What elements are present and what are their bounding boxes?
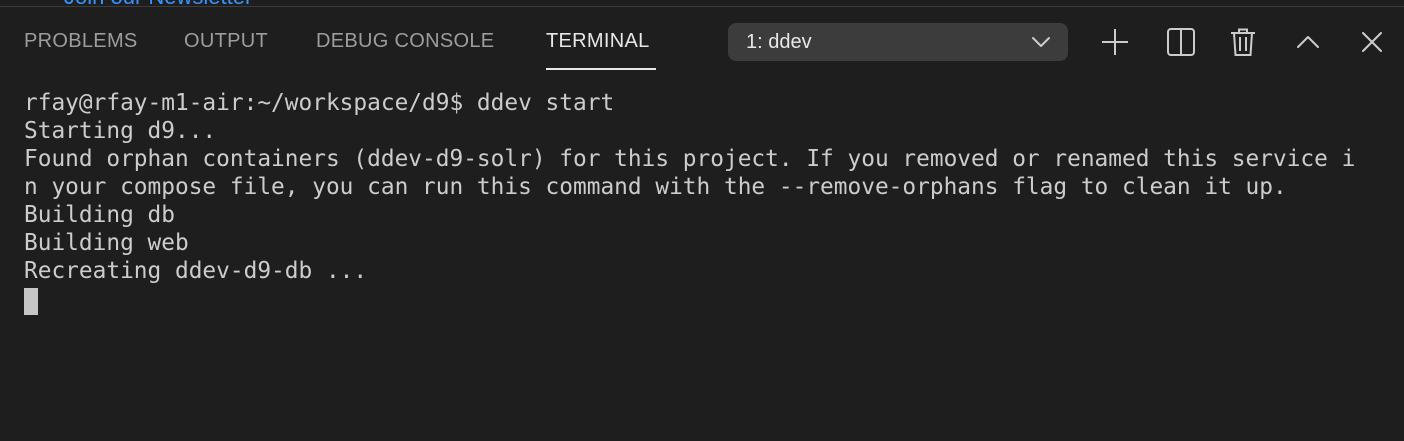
kill-terminal-button[interactable] [1227, 26, 1259, 58]
terminal-select-value: 1: ddev [746, 31, 812, 53]
trash-icon [1227, 26, 1259, 58]
terminal-cursor [24, 288, 38, 315]
tab-output[interactable]: OUTPUT [184, 30, 268, 53]
bottom-panel: PROBLEMS OUTPUT DEBUG CONSOLE TERMINAL 1… [0, 6, 1404, 441]
terminal-line: Starting d9... [24, 118, 217, 144]
terminal-line-command: rfay@rfay-m1-air:~/workspace/d9$ ddev st… [24, 90, 615, 116]
terminal-line: Found orphan containers (ddev-d9-solr) f… [24, 146, 1356, 172]
maximize-panel-button[interactable] [1292, 26, 1324, 58]
tab-debug-console[interactable]: DEBUG CONSOLE [316, 30, 494, 53]
chevron-up-icon [1292, 26, 1324, 58]
panel-tab-bar: PROBLEMS OUTPUT DEBUG CONSOLE TERMINAL 1… [0, 7, 1404, 77]
tab-terminal[interactable]: TERMINAL [546, 30, 650, 53]
tab-problems[interactable]: PROBLEMS [24, 30, 138, 53]
split-terminal-button[interactable] [1165, 26, 1197, 58]
terminal-line: Recreating ddev-d9-db ... [24, 258, 368, 284]
plus-icon [1099, 26, 1131, 58]
terminal-output[interactable]: rfay@rfay-m1-air:~/workspace/d9$ ddev st… [24, 89, 1394, 429]
chevron-down-icon [1030, 32, 1052, 52]
close-panel-button[interactable] [1356, 26, 1388, 58]
terminal-line: Building db [24, 202, 175, 228]
new-terminal-button[interactable] [1099, 26, 1131, 58]
active-tab-indicator [546, 68, 656, 70]
terminal-line: Building web [24, 230, 189, 256]
terminal-line: n your compose file, you can run this co… [24, 174, 1287, 200]
split-icon [1165, 26, 1197, 58]
close-icon [1356, 26, 1388, 58]
terminal-select[interactable]: 1: ddev [728, 23, 1068, 61]
